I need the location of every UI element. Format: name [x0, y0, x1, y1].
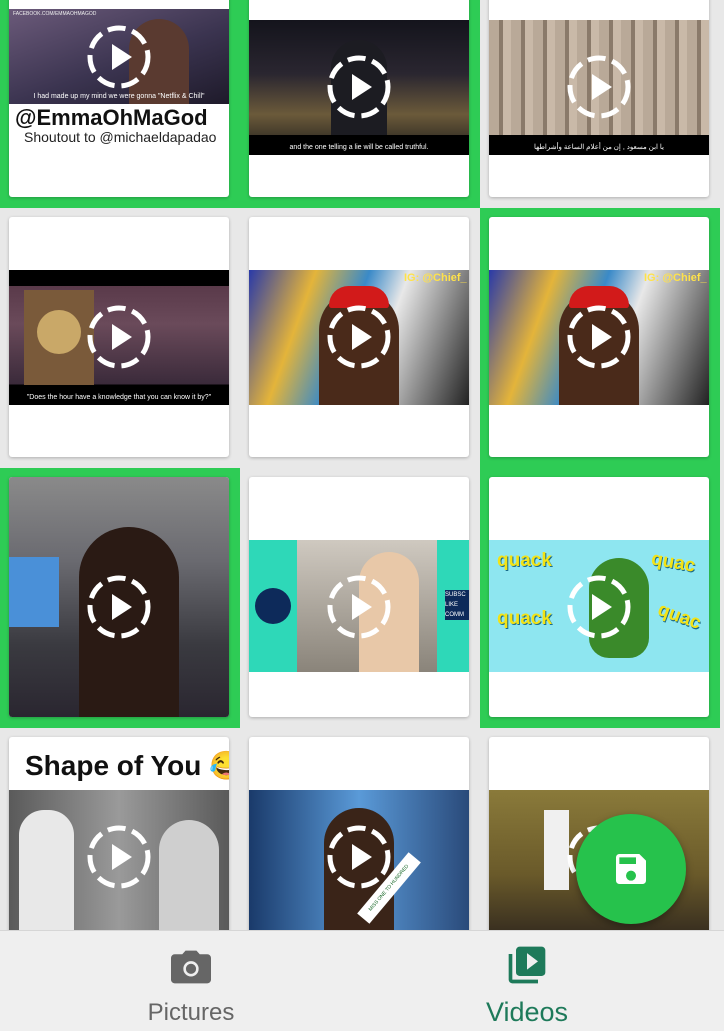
video-card: IG: @Chief_: [249, 217, 469, 457]
video-tile-4[interactable]: "Does the hour have a knowledge that you…: [0, 208, 240, 468]
video-card: FACEBOOK.COM/EMMAOHMAGOD I had made up m…: [9, 0, 229, 197]
quack-text: quac: [654, 599, 704, 634]
video-tile-10[interactable]: Shape of You 😂: [0, 728, 240, 930]
video-card: [9, 477, 229, 717]
play-icon: [567, 305, 631, 369]
play-icon: [327, 305, 391, 369]
person-figure: [159, 820, 219, 930]
save-button[interactable]: [576, 814, 686, 924]
video-tile-2[interactable]: and the one telling a lie will be called…: [240, 0, 480, 208]
video-card: "Does the hour have a knowledge that you…: [9, 217, 229, 457]
video-caption: I had made up my mind we were gonna "Net…: [33, 93, 205, 100]
video-caption: يا ابن مسعود , إن من أعلام الساعة وأشراط…: [533, 144, 665, 151]
video-card: SUBSC LIKE COMM: [249, 477, 469, 717]
play-icon: [567, 575, 631, 639]
play-icon: [87, 25, 151, 89]
quack-text: quack: [497, 608, 552, 629]
video-tile-1[interactable]: FACEBOOK.COM/EMMAOHMAGOD I had made up m…: [0, 0, 240, 208]
video-grid: FACEBOOK.COM/EMMAOHMAGOD I had made up m…: [0, 0, 724, 930]
video-tile-7[interactable]: [0, 468, 240, 728]
play-icon: [87, 305, 151, 369]
video-card: quack quack quac quac: [489, 477, 709, 717]
bottom-navigation: Pictures Videos: [0, 930, 724, 1031]
play-icon: [87, 575, 151, 639]
video-tile-9[interactable]: quack quack quac quac: [480, 468, 720, 728]
tab-videos-label: Videos: [485, 997, 569, 1027]
tab-videos[interactable]: Videos: [346, 931, 708, 1031]
camera-icon: [171, 950, 211, 984]
play-icon: [567, 55, 631, 119]
save-icon: [616, 854, 646, 884]
video-card: IG: @Chief_: [489, 217, 709, 457]
video-card: and the one telling a lie will be called…: [249, 0, 469, 197]
video-caption: "Does the hour have a knowledge that you…: [26, 394, 212, 401]
video-card: يا ابن مسعود , إن من أعلام الساعة وأشراط…: [489, 0, 709, 197]
person-figure: [19, 810, 74, 930]
video-tile-5[interactable]: IG: @Chief_: [240, 208, 480, 468]
quack-text: quack: [497, 550, 552, 571]
clock-face: [37, 310, 81, 354]
instagram-tag: IG: @Chief_: [644, 272, 707, 284]
play-icon: [87, 825, 151, 889]
vine-logo: [255, 588, 291, 624]
video-tile-11[interactable]: MISS ONE TO HUNDRED: [240, 728, 480, 930]
thumbnail-overlay-text: FACEBOOK.COM/EMMAOHMAGOD: [13, 11, 97, 17]
subscribe-label: SUBSC LIKE COMM: [445, 590, 469, 620]
banner-subtext: Shoutout to @michaeldapadao: [24, 129, 217, 145]
tab-pictures[interactable]: Pictures: [10, 931, 372, 1031]
play-icon: [327, 825, 391, 889]
play-icon: [327, 575, 391, 639]
video-tile-6[interactable]: IG: @Chief_: [480, 208, 720, 468]
video-card: MISS ONE TO HUNDRED: [249, 737, 469, 930]
video-card: Shape of You 😂: [9, 737, 229, 930]
tab-pictures-label: Pictures: [147, 999, 235, 1026]
play-icon: [327, 55, 391, 119]
video-tile-8[interactable]: SUBSC LIKE COMM: [240, 468, 480, 728]
video-title-text: Shape of You 😂: [25, 750, 229, 781]
instagram-tag: IG: @Chief_: [404, 272, 467, 284]
banner-text: @EmmaOhMaGod: [15, 105, 208, 130]
tv-screen: [9, 557, 59, 627]
quack-text: quac: [649, 548, 697, 577]
video-caption: and the one telling a lie will be called…: [289, 144, 429, 151]
video-library-icon: [508, 946, 546, 984]
video-tile-3[interactable]: يا ابن مسعود , إن من أعلام الساعة وأشراط…: [480, 0, 720, 208]
